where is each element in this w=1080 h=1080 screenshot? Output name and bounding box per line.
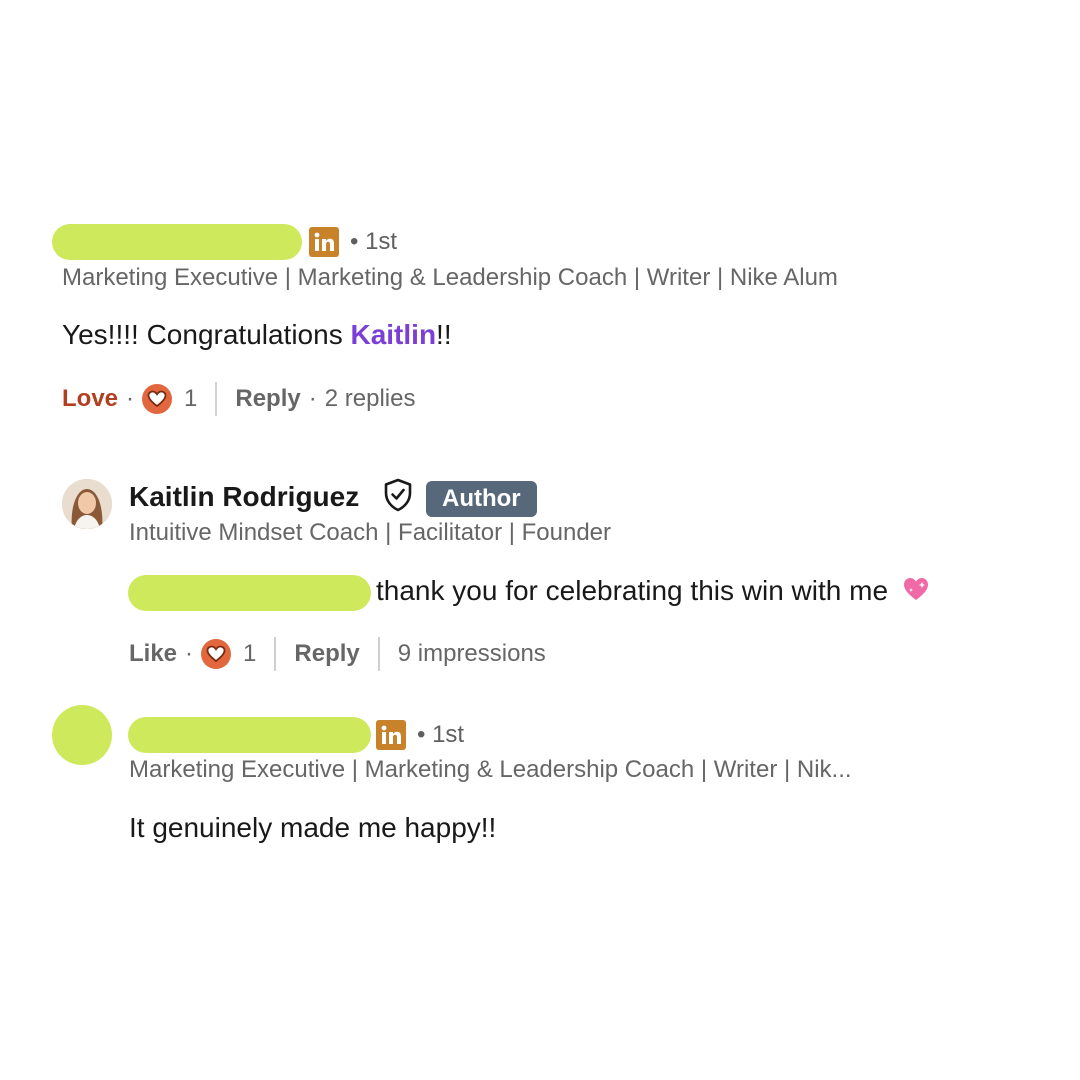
mention-link[interactable]: Kaitlin (350, 319, 436, 350)
reply-button[interactable]: Reply (235, 385, 300, 413)
author-name[interactable]: Kaitlin Rodriguez (129, 481, 359, 513)
reaction-count[interactable]: 1 (184, 385, 197, 413)
comment-text: Yes!!!! Congratulations Kaitlin!! (62, 319, 452, 351)
author-badge: Author (426, 481, 537, 517)
connection-degree: • 1st (417, 721, 465, 748)
like-button[interactable]: Like (129, 640, 177, 668)
comment-text-start: Yes!!!! Congratulations (62, 319, 351, 350)
reply-actions: Like · 1 Reply 9 impressions (129, 637, 546, 671)
comment-text-end: !! (436, 319, 452, 350)
divider (274, 637, 277, 671)
linkedin-icon (309, 227, 339, 257)
redacted-mention (128, 575, 371, 611)
impressions-count[interactable]: 9 impressions (398, 640, 546, 668)
pink-heart-emoji (902, 576, 930, 609)
reply-text: thank you for celebrating this win with … (376, 575, 930, 609)
connection-degree: • 1st (350, 228, 398, 255)
reply-text-content: thank you for celebrating this win with … (376, 575, 889, 606)
commenter-headline: Marketing Executive | Marketing & Leader… (129, 756, 852, 783)
verified-shield-icon (382, 478, 414, 517)
heart-reaction-icon[interactable] (142, 384, 173, 414)
linkedin-icon (376, 720, 406, 750)
reply-button[interactable]: Reply (294, 640, 359, 668)
author-headline: Intuitive Mindset Coach | Facilitator | … (129, 519, 612, 546)
replies-count-link[interactable]: 2 replies (325, 385, 416, 413)
avatar[interactable] (62, 479, 112, 529)
divider (215, 382, 218, 416)
reaction-count[interactable]: 1 (243, 640, 256, 668)
heart-reaction-icon[interactable] (201, 639, 232, 669)
reply-text: It genuinely made me happy!! (129, 812, 497, 843)
redacted-avatar (52, 705, 112, 765)
redacted-commenter-name (52, 224, 302, 260)
love-reaction-button[interactable]: Love (62, 385, 118, 413)
redacted-commenter-name (128, 717, 371, 753)
divider (377, 637, 380, 671)
comment-actions: Love · 1 Reply · 2 replies (62, 382, 415, 416)
commenter-headline: Marketing Executive | Marketing & Leader… (62, 264, 838, 291)
